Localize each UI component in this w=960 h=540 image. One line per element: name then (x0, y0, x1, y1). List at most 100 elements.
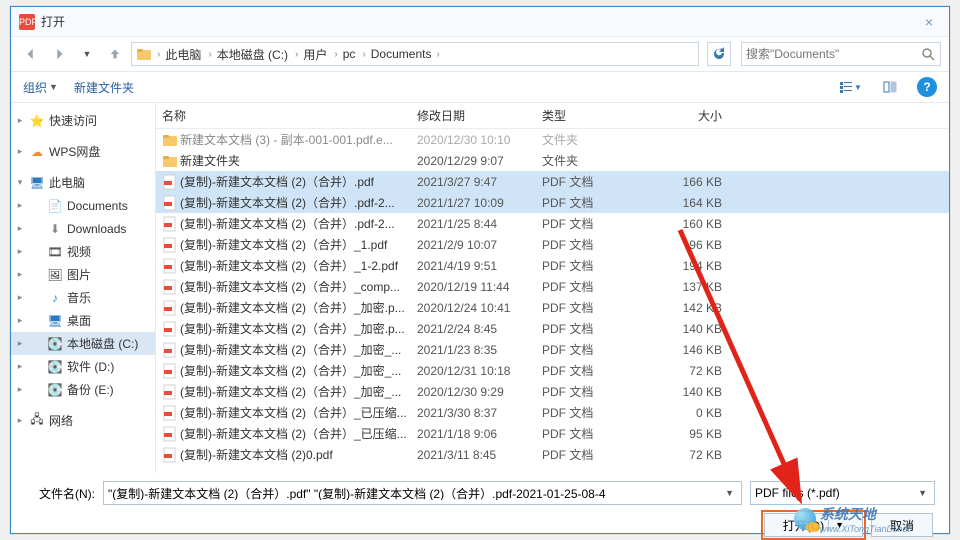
search-input[interactable] (746, 47, 920, 61)
back-button[interactable] (19, 42, 43, 66)
file-type: PDF 文档 (542, 404, 652, 421)
crumb-part[interactable]: 本地磁盘 (C:) (215, 46, 290, 63)
file-type: PDF 文档 (542, 425, 652, 442)
file-type: PDF 文档 (542, 236, 652, 253)
title-bar: PDF 打开 × (11, 7, 949, 37)
file-row[interactable]: (复制)-新建文本文档 (2)（合并）.pdf-2...2021/1/27 10… (156, 192, 949, 213)
sidebar-item-pictures[interactable]: ▸🖼图片 (11, 263, 155, 286)
file-type: PDF 文档 (542, 194, 652, 211)
file-name: (复制)-新建文本文档 (2)（合并）_comp... (180, 278, 417, 295)
file-name: 新建文件夹 (180, 152, 417, 169)
chevron-down-icon[interactable]: ▼ (915, 488, 930, 498)
file-name: (复制)-新建文本文档 (2)（合并）.pdf (180, 173, 417, 190)
organize-menu[interactable]: 组织 ▼ (23, 79, 58, 96)
globe-icon (794, 508, 816, 530)
sidebar-item-videos[interactable]: ▸🎞视频 (11, 240, 155, 263)
file-name: (复制)-新建文本文档 (2)（合并）_加密_... (180, 383, 417, 400)
preview-pane-button[interactable] (877, 76, 903, 98)
file-date: 2021/3/11 8:45 (417, 448, 542, 462)
file-name: (复制)-新建文本文档 (2)（合并）_1.pdf (180, 236, 417, 253)
file-date: 2021/3/30 8:37 (417, 406, 542, 420)
sidebar-item-wps[interactable]: ▸☁WPS网盘 (11, 140, 155, 163)
breadcrumb[interactable]: ›此电脑 ›本地磁盘 (C:) ›用户 ›pc ›Documents› (131, 42, 699, 66)
downloads-icon: ⬇ (47, 221, 63, 237)
file-date: 2020/12/24 10:41 (417, 301, 542, 315)
crumb-part[interactable]: pc (341, 47, 358, 61)
toolbar: 组织 ▼ 新建文件夹 ▼ ? (11, 71, 949, 103)
crumb-part[interactable]: Documents (369, 47, 434, 61)
pdf-icon (162, 426, 180, 442)
video-icon: 🎞 (47, 244, 63, 260)
pdf-icon (162, 258, 180, 274)
file-type: PDF 文档 (542, 215, 652, 232)
file-date: 2020/12/19 11:44 (417, 280, 542, 294)
sidebar-item-quick[interactable]: ▸⭐快速访问 (11, 109, 155, 132)
new-folder-button[interactable]: 新建文件夹 (74, 79, 134, 96)
pdf-icon (162, 237, 180, 253)
up-button[interactable] (103, 42, 127, 66)
file-date: 2020/12/29 9:07 (417, 154, 542, 168)
close-icon[interactable]: × (917, 14, 941, 30)
filename-combo[interactable]: ▼ (103, 481, 742, 505)
file-type: PDF 文档 (542, 383, 652, 400)
file-type: PDF 文档 (542, 320, 652, 337)
file-name: (复制)-新建文本文档 (2)（合并）.pdf-2... (180, 194, 417, 211)
filename-input[interactable] (108, 486, 722, 500)
desktop-icon: 🖥 (47, 313, 63, 329)
search-icon (920, 46, 936, 62)
file-date: 2021/1/23 8:35 (417, 343, 542, 357)
file-date: 2020/12/30 9:29 (417, 385, 542, 399)
file-date: 2021/2/9 10:07 (417, 238, 542, 252)
star-icon: ⭐ (29, 113, 45, 129)
documents-icon: 📄 (47, 198, 63, 214)
file-date: 2021/1/25 8:44 (417, 217, 542, 231)
sidebar-item-drive-e[interactable]: ▸💽备份 (E:) (11, 378, 155, 401)
annotation-arrow (670, 220, 850, 520)
file-row[interactable]: 新建文件夹2020/12/29 9:07文件夹 (156, 150, 949, 171)
drive-icon: 💽 (47, 336, 63, 352)
file-name: (复制)-新建文本文档 (2)（合并）_加密.p... (180, 299, 417, 316)
crumb-part[interactable]: 用户 (301, 46, 329, 63)
file-name: (复制)-新建文本文档 (2)（合并）_加密_... (180, 341, 417, 358)
dialog-title: 打开 (41, 13, 917, 30)
file-date: 2021/2/24 8:45 (417, 322, 542, 336)
col-name[interactable]: 名称 (162, 107, 417, 124)
col-size[interactable]: 大小 (652, 107, 732, 124)
nav-bar: ▼ ›此电脑 ›本地磁盘 (C:) ›用户 ›pc ›Documents› (11, 37, 949, 71)
pdf-icon (162, 363, 180, 379)
sidebar-item-documents[interactable]: ▸📄Documents (11, 194, 155, 217)
col-type[interactable]: 类型 (542, 107, 652, 124)
sidebar-item-drive-d[interactable]: ▸💽软件 (D:) (11, 355, 155, 378)
file-row[interactable]: 新建文本文档 (3) - 副本-001-001.pdf.e...2020/12/… (156, 129, 949, 150)
drive-icon: 💽 (47, 359, 63, 375)
file-name: (复制)-新建文本文档 (2)（合并）_1-2.pdf (180, 257, 417, 274)
watermark: 系统天地 www.XiTongTianDi.net (794, 504, 910, 534)
sidebar-item-network[interactable]: ▸🖧网络 (11, 409, 155, 432)
search-box[interactable] (741, 42, 941, 66)
forward-button[interactable] (47, 42, 71, 66)
file-date: 2020/12/30 10:10 (417, 133, 542, 147)
sidebar-item-drive-c[interactable]: ▸💽本地磁盘 (C:) (11, 332, 155, 355)
folder-icon (162, 132, 180, 148)
pdf-icon (162, 405, 180, 421)
sidebar-item-music[interactable]: ▸♪音乐 (11, 286, 155, 309)
pc-icon: 🖥 (29, 175, 45, 191)
cloud-icon: ☁ (29, 144, 45, 160)
sidebar-item-desktop[interactable]: ▸🖥桌面 (11, 309, 155, 332)
col-date[interactable]: 修改日期 (417, 107, 542, 124)
pdf-icon (162, 342, 180, 358)
column-headers[interactable]: 名称 修改日期 类型 大小 (156, 103, 949, 129)
folder-icon (136, 46, 152, 62)
sidebar-item-pc[interactable]: ▾🖥此电脑 (11, 171, 155, 194)
file-name: (复制)-新建文本文档 (2)（合并）_加密_... (180, 362, 417, 379)
music-icon: ♪ (47, 290, 63, 306)
help-button[interactable]: ? (917, 77, 937, 97)
view-mode-button[interactable]: ▼ (837, 76, 863, 98)
file-date: 2021/4/19 9:51 (417, 259, 542, 273)
sidebar-item-downloads[interactable]: ▸⬇Downloads (11, 217, 155, 240)
crumb-root[interactable]: 此电脑 (163, 46, 203, 63)
recent-dropdown[interactable]: ▼ (75, 42, 99, 66)
file-type: PDF 文档 (542, 299, 652, 316)
refresh-button[interactable] (707, 42, 731, 66)
file-row[interactable]: (复制)-新建文本文档 (2)（合并）.pdf2021/3/27 9:47PDF… (156, 171, 949, 192)
